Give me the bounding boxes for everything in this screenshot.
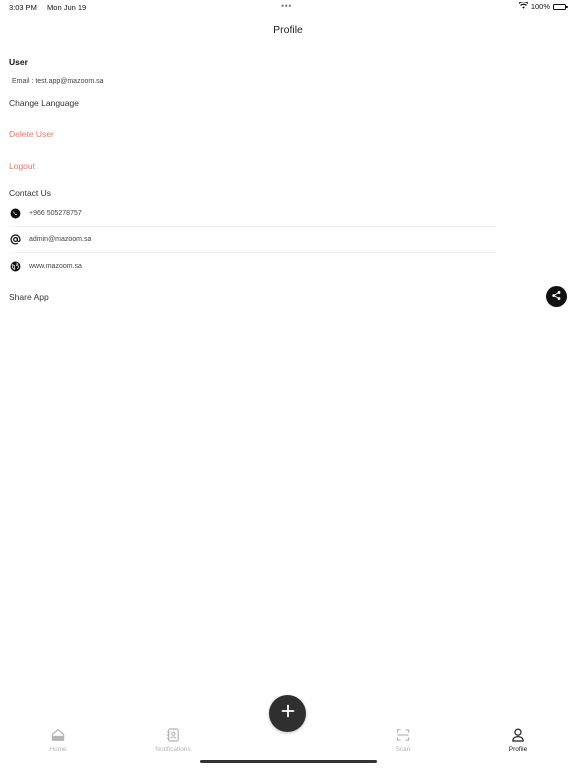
logout-button[interactable]: Logout (9, 161, 35, 171)
home-indicator (200, 760, 377, 763)
contact-whatsapp-row[interactable]: +966 505278757 (10, 201, 496, 227)
home-icon (50, 727, 66, 743)
tab-home[interactable]: Home (13, 727, 103, 753)
status-date: Mon Jun 19 (47, 3, 87, 12)
user-section-label: User (9, 57, 28, 67)
whatsapp-icon (10, 208, 21, 219)
contact-website-text: www.mazoom.sa (29, 262, 82, 270)
wifi-icon (518, 1, 529, 11)
tab-profile-label: Profile (508, 746, 528, 753)
user-email: Email : test.app@mazoom.sa (12, 78, 104, 85)
contact-whatsapp-text: +966 505278757 (29, 210, 82, 217)
scan-icon (395, 727, 411, 743)
at-icon (10, 234, 21, 245)
contact-website-row[interactable]: www.mazoom.sa (10, 253, 496, 279)
tab-profile[interactable]: Profile (473, 727, 563, 753)
delete-user-button[interactable]: Delete User (9, 129, 54, 139)
share-app-label[interactable]: Share App (9, 292, 49, 302)
contact-email-text: admin@mazoom.sa (29, 236, 92, 243)
share-icon (551, 288, 562, 306)
status-time: 3:03 PM (9, 3, 37, 12)
change-language-button[interactable]: Change Language (9, 98, 79, 108)
plus-icon (281, 704, 295, 723)
tab-notifications[interactable]: Notifications (128, 727, 218, 753)
share-button[interactable] (546, 286, 567, 307)
status-bar: 3:03 PM Mon Jun 19 ••• 100% (0, 0, 576, 14)
contact-email-row[interactable]: admin@mazoom.sa (10, 227, 496, 253)
page-title: Profile (273, 24, 303, 36)
contacts-book-icon (165, 727, 181, 743)
battery-percent: 100% (530, 2, 550, 11)
tab-scan-label: Scan (395, 746, 411, 753)
tab-home-label: Home (49, 746, 67, 753)
battery-icon (553, 3, 568, 10)
contact-us-label: Contact Us (9, 188, 52, 198)
tab-scan[interactable]: Scan (358, 727, 448, 753)
person-icon (510, 727, 526, 743)
multitasking-dots-icon[interactable]: ••• (281, 1, 292, 11)
globe-icon (10, 261, 21, 272)
tab-notifications-label: Notifications (155, 746, 191, 753)
add-button[interactable] (269, 695, 306, 732)
